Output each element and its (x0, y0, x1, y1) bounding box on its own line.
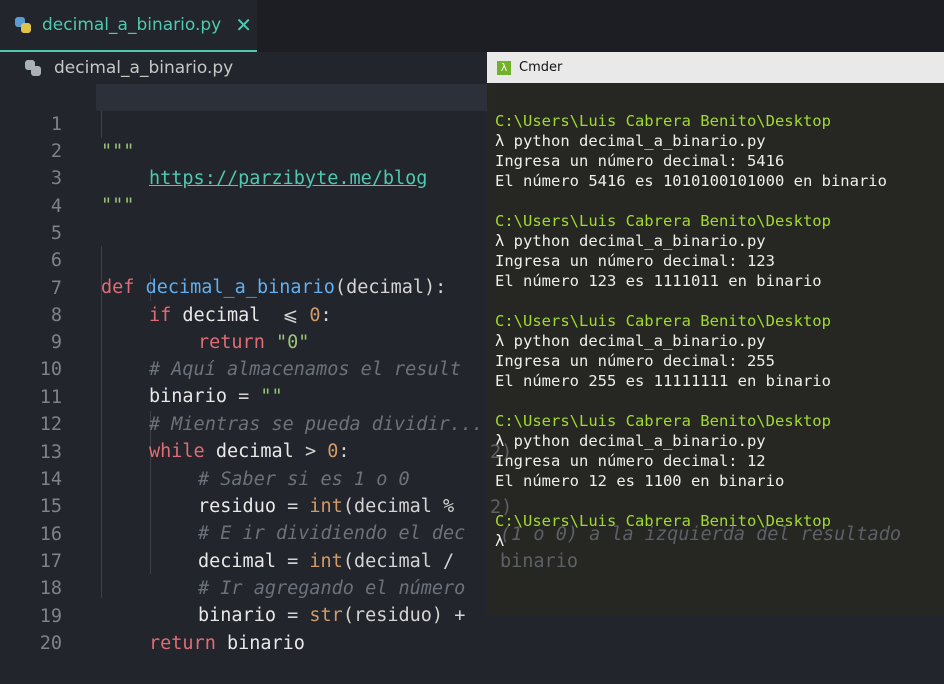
close-icon[interactable]: ✕ (235, 13, 252, 37)
python-file-icon (24, 59, 42, 77)
python-file-icon (14, 16, 32, 34)
terminal-line: El número 255 es 11111111 en binario (495, 372, 831, 390)
terminal-line: El número 12 es 1100 en binario (495, 472, 785, 490)
terminal-line: Ingresa un número decimal: 12 (495, 452, 766, 470)
editor-tab-bar: decimal_a_binario.py ✕ (0, 0, 944, 52)
terminal-prompt-path: C:\Users\Luis Cabrera Benito\Desktop (495, 312, 831, 330)
terminal-line: λ python decimal_a_binario.py (495, 132, 766, 150)
terminal-line: Ingresa un número decimal: 255 (495, 352, 775, 370)
variable: binario (226, 633, 305, 654)
lambda-icon: λ (497, 60, 511, 75)
faded-code: 2) (490, 497, 513, 518)
terminal-line: El número 5416 es 1010100101000 en binar… (495, 172, 887, 190)
tab-decimal-a-binario[interactable]: decimal_a_binario.py ✕ (0, 0, 257, 52)
window-title: Cmder (519, 60, 563, 75)
terminal-line: Ingresa un número decimal: 5416 (495, 152, 785, 170)
terminal-line: λ python decimal_a_binario.py (495, 432, 766, 450)
faded-comment: (1 o 0) a la izquierda del resultado (500, 524, 901, 545)
terminal-line: λ python decimal_a_binario.py (495, 232, 766, 250)
terminal-line: λ python decimal_a_binario.py (495, 332, 766, 350)
tab-title: decimal_a_binario.py (42, 15, 222, 35)
faded-code: binario (500, 551, 578, 572)
keyword-return: return (149, 633, 216, 654)
line-number: 20 (39, 633, 62, 654)
terminal-line: Ingresa un número decimal: 123 (495, 252, 775, 270)
faded-code: 2) (490, 442, 513, 463)
cmder-title-bar[interactable]: λ Cmder (487, 52, 944, 83)
terminal-prompt-path: C:\Users\Luis Cabrera Benito\Desktop (495, 212, 831, 230)
breadcrumb-file[interactable]: decimal_a_binario.py (54, 58, 233, 78)
terminal-prompt-path: C:\Users\Luis Cabrera Benito\Desktop (495, 112, 831, 130)
terminal-line: El número 123 es 1111011 en binario (495, 272, 822, 290)
terminal-prompt-path: C:\Users\Luis Cabrera Benito\Desktop (495, 412, 831, 430)
